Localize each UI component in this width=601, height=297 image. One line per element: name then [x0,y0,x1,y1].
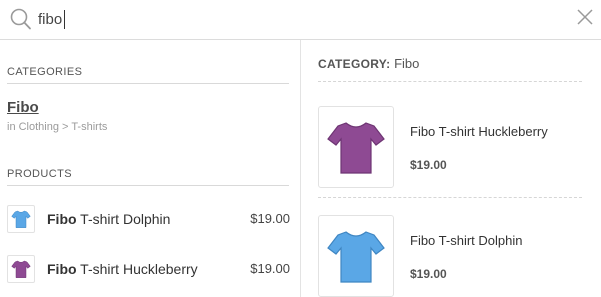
featured-product-huckleberry[interactable]: Fibo T-shirt Huckleberry $19.00 [318,106,588,188]
featured-price: $19.00 [410,267,447,281]
category-heading-label: CATEGORY: [318,57,391,71]
featured-product-dolphin[interactable]: Fibo T-shirt Dolphin $19.00 [318,215,588,297]
text-caret [64,10,65,29]
tshirt-icon [327,231,385,283]
product-thumbnail [7,205,35,233]
featured-name: Fibo T-shirt Dolphin [410,233,523,248]
tshirt-shape [11,260,31,278]
category-heading-value: Fibo [390,56,420,71]
product-name-highlight: Fibo [47,261,77,277]
products-heading: PRODUCTS [7,168,289,186]
column-divider [300,40,301,297]
search-bar [0,0,601,40]
featured-thumbnail [318,106,394,188]
tshirt-shape [327,231,385,283]
product-name: T-shirt Huckleberry [76,261,198,277]
product-thumbnail [7,255,35,283]
tshirt-icon [327,122,385,174]
category-path: in Clothing > T-shirts [7,121,108,133]
featured-thumbnail [318,215,394,297]
search-icon [8,7,32,31]
tshirt-icon [11,210,31,228]
card-divider [318,197,582,198]
tshirt-shape [11,210,31,228]
category-link-fibo[interactable]: Fibo [7,99,39,116]
product-name: T-shirt Dolphin [76,211,171,227]
tshirt-icon [11,260,31,278]
featured-price: $19.00 [410,158,447,172]
product-row-dolphin[interactable]: Fibo T-shirt Dolphin $19.00 [7,205,292,233]
categories-heading: CATEGORIES [7,66,289,84]
product-name-highlight: Fibo [47,211,77,227]
product-price: $19.00 [250,211,290,226]
search-input[interactable] [38,8,558,30]
tshirt-shape [327,122,385,174]
close-icon[interactable] [576,8,594,26]
product-row-huckleberry[interactable]: Fibo T-shirt Huckleberry $19.00 [7,255,292,283]
featured-name: Fibo T-shirt Huckleberry [410,124,548,139]
category-heading: CATEGORY: Fibo [318,56,582,82]
product-price: $19.00 [250,261,290,276]
